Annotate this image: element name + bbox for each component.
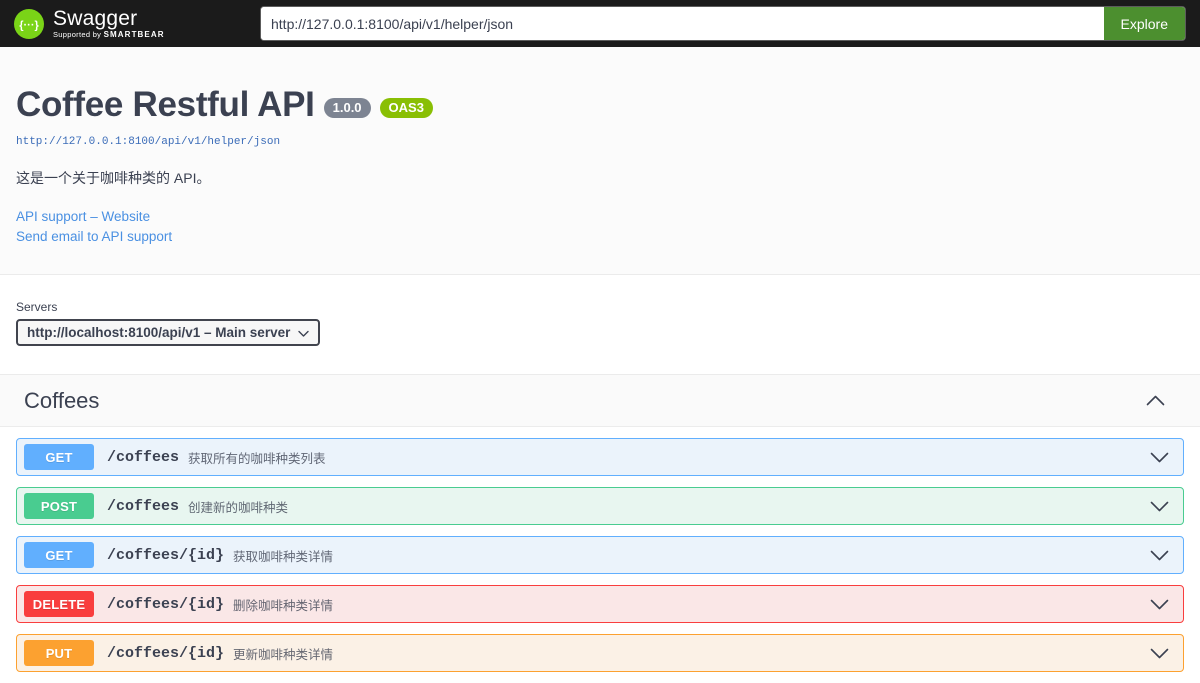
operation-path: /coffees/{id}	[107, 546, 225, 564]
contact-links: API support – Website Send email to API …	[16, 207, 1184, 246]
operation-method-badge: POST	[24, 493, 94, 520]
logo-smartbear-brand: SMARTBEAR	[103, 29, 165, 39]
api-title-row: Coffee Restful API 1.0.0 OAS3	[16, 85, 1184, 125]
operation-summary: 获取所有的咖啡种类列表	[188, 451, 326, 466]
server-select-value: http://localhost:8100/api/v1 – Main serv…	[27, 325, 291, 341]
api-description: 这是一个关于咖啡种类的 API。	[16, 170, 211, 186]
operation-method-badge: PUT	[24, 640, 94, 667]
servers-block: Servers http://localhost:8100/api/v1 – M…	[0, 275, 1200, 376]
chevron-down-icon	[298, 325, 310, 340]
chevron-down-icon[interactable]	[1150, 452, 1173, 463]
api-info-block: Coffee Restful API 1.0.0 OAS3 http://127…	[0, 47, 1200, 276]
operation-row-put-4[interactable]: PUT /coffees/{id} 更新咖啡种类详情	[16, 634, 1184, 673]
svg-text:{···}: {···}	[19, 19, 39, 31]
version-badge: 1.0.0	[323, 98, 371, 118]
logo-subtitle: Supported by SMARTBEAR	[53, 29, 165, 39]
contact-email-link[interactable]: Send email to API support	[16, 227, 1184, 247]
chevron-down-icon[interactable]	[1150, 599, 1173, 610]
tag-title: Coffees	[24, 387, 100, 413]
operation-method-badge: GET	[24, 444, 94, 471]
oas-badge: OAS3	[379, 98, 433, 118]
operations-list: GET /coffees 获取所有的咖啡种类列表 POST /coffees 创…	[0, 438, 1200, 673]
contact-website-link[interactable]: API support – Website	[16, 207, 1184, 227]
tag-header-coffees[interactable]: Coffees	[0, 375, 1200, 428]
operation-path: /coffees	[107, 497, 180, 515]
logo-title: Swagger	[53, 6, 138, 30]
chevron-down-icon[interactable]	[1150, 550, 1173, 561]
operation-summary: 删除咖啡种类详情	[233, 598, 334, 613]
operation-row-post-1[interactable]: POST /coffees 创建新的咖啡种类	[16, 487, 1184, 526]
tag-section-coffees: Coffees GET /coffees 获取所有的咖啡种类列表 POST /c…	[0, 375, 1200, 673]
operation-row-delete-3[interactable]: DELETE /coffees/{id} 删除咖啡种类详情	[16, 585, 1184, 624]
swagger-logo-icon: {···}	[14, 8, 44, 39]
operation-path: /coffees/{id}	[107, 644, 225, 662]
operation-summary: 创建新的咖啡种类	[188, 500, 289, 515]
explore-button[interactable]: Explore	[1103, 7, 1185, 40]
server-select[interactable]: http://localhost:8100/api/v1 – Main serv…	[16, 319, 321, 347]
spec-url-input[interactable]	[261, 7, 1104, 40]
spec-url-link[interactable]: http://127.0.0.1:8100/api/v1/helper/json	[16, 136, 280, 148]
operation-row-get-2[interactable]: GET /coffees/{id} 获取咖啡种类详情	[16, 536, 1184, 575]
chevron-down-icon[interactable]	[1150, 648, 1173, 659]
operation-row-get-0[interactable]: GET /coffees 获取所有的咖啡种类列表	[16, 438, 1184, 477]
logo-supported-prefix: Supported by	[53, 29, 102, 39]
spec-url-bar: Explore	[260, 6, 1186, 41]
operation-method-badge: DELETE	[24, 591, 94, 618]
operation-summary: 获取咖啡种类详情	[233, 549, 334, 564]
chevron-down-icon[interactable]	[1150, 501, 1173, 512]
operation-path: /coffees	[107, 448, 180, 466]
topbar: {···} Swagger Supported by SMARTBEAR Exp…	[0, 0, 1200, 47]
swagger-logo[interactable]: {···} Swagger Supported by SMARTBEAR	[14, 8, 260, 40]
page-title: Coffee Restful API	[16, 85, 315, 124]
operation-summary: 更新咖啡种类详情	[233, 647, 334, 662]
chevron-up-icon[interactable]	[1146, 395, 1184, 406]
operation-method-badge: GET	[24, 542, 94, 569]
operation-path: /coffees/{id}	[107, 595, 225, 613]
servers-label: Servers	[16, 300, 58, 315]
